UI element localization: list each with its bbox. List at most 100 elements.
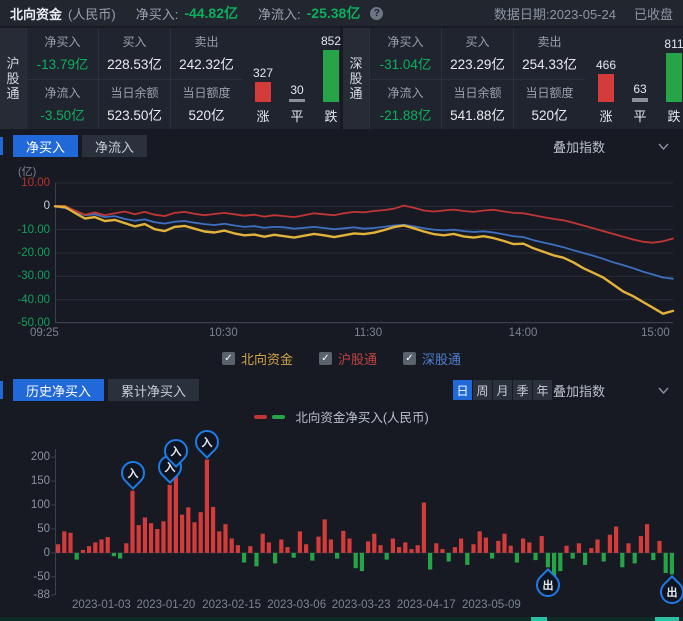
breadth-count: 30	[290, 83, 303, 97]
value-cell: 当日余额 541.88亿	[441, 79, 513, 130]
bar-chart-legend[interactable]: 北向资金净买入(人民币)	[0, 407, 683, 426]
y-tick-label: -88	[4, 589, 50, 601]
tab-净流入[interactable]: 净流入	[82, 135, 147, 157]
checkbox-checked-icon[interactable]: ✓	[319, 352, 332, 365]
northbound-funds-app: 北向资金 (人民币) 净买入: -44.82亿 净流入: -25.38亿 ? 数…	[0, 0, 683, 621]
net-buy-value: -44.82亿	[184, 3, 238, 23]
x-tick-label: 2023-01-03	[72, 599, 131, 611]
x-tick-label: 2023-05-09	[462, 599, 521, 611]
checkbox-checked-icon[interactable]: ✓	[222, 352, 235, 365]
value-cell: 卖出242.32亿	[170, 28, 242, 79]
value-number: -21.88亿	[380, 104, 432, 124]
value-number: 523.50亿	[107, 104, 162, 124]
data-date: 数据日期:2023-05-24	[494, 4, 616, 23]
panel-title: 沪股通	[0, 28, 26, 129]
overlay-index-label-2: 叠加指数	[500, 381, 658, 400]
x-tick-label: 2023-04-17	[397, 599, 456, 611]
breadth-bar	[323, 50, 339, 102]
page-title: 北向资金	[10, 4, 62, 23]
market-panel-深股通: 深股通净买入-31.04亿买入223.29亿卖出254.33亿净流入-21.88…	[343, 28, 683, 129]
legend-label: 深股通	[422, 349, 461, 368]
y-tick-label: 100	[4, 499, 50, 511]
header: 北向资金 (人民币) 净买入: -44.82亿 净流入: -25.38亿 ? 数…	[0, 0, 683, 26]
currency-note: (人民币)	[68, 4, 116, 23]
value-cell: 净买入-13.79亿	[26, 28, 98, 79]
legend-item-深股通[interactable]: ✓ 深股通	[403, 349, 461, 368]
legend-item-沪股通[interactable]: ✓沪股通	[319, 349, 377, 368]
net-inflow-label: 净流入:	[258, 4, 301, 23]
question-mark-icon[interactable]: ?	[370, 7, 383, 20]
period-button-周[interactable]: 周	[473, 380, 492, 400]
breadth-count: 327	[253, 66, 273, 80]
y-tick-label: 200	[4, 451, 50, 463]
breadth-count: 63	[633, 82, 646, 96]
value-number: 520亿	[531, 104, 567, 124]
y-tick-label: 10.00	[4, 177, 50, 189]
value-number: -31.04亿	[380, 53, 432, 73]
breadth-label: 涨	[246, 106, 280, 125]
legend-item-北向资金[interactable]: ✓ 北向资金	[222, 349, 293, 368]
x-tick-label: 10:30	[209, 327, 238, 339]
breadth-label: 跌	[657, 106, 683, 125]
value-cell: 当日额度 520亿	[170, 79, 242, 130]
value-number: 520亿	[188, 104, 224, 124]
y-tick-label: 0	[4, 200, 50, 212]
pin-glyph: 入	[166, 441, 186, 461]
checkbox-checked-icon[interactable]: ✓	[403, 352, 416, 365]
value-label: 净流入	[44, 84, 80, 101]
market-panel-沪股通: 沪股通净买入-13.79亿 买入 228.53亿卖出242.32亿净流入-3.50亿…	[0, 28, 340, 129]
value-cell: 净流入-21.88亿	[369, 79, 441, 130]
value-number: 223.29亿	[450, 53, 505, 73]
y-tick-label: -10.00	[4, 224, 50, 236]
chevron-down-icon	[658, 387, 669, 394]
breadth-label: 涨	[589, 106, 623, 125]
bar-chart-plot[interactable]: 入入入入出出	[55, 450, 675, 595]
red-dash-icon	[254, 415, 267, 419]
pin-glyph: 入	[197, 432, 217, 452]
value-label: 当日余额	[453, 84, 501, 101]
tab-历史净买入[interactable]: 历史净买入	[13, 379, 104, 401]
range-mark	[531, 617, 547, 621]
time-range-strip[interactable]	[0, 617, 683, 621]
breadth-column-涨: 327 涨	[246, 28, 280, 125]
value-label: 净买入	[387, 33, 423, 50]
pin-glyph: 入	[123, 463, 143, 483]
bar-chart-legend-label: 北向资金净买入(人民币)	[295, 407, 428, 426]
value-cell: 净买入 -31.04亿	[369, 28, 441, 79]
breadth-label: 跌	[314, 106, 348, 125]
x-tick-label: 15:00	[641, 327, 670, 339]
y-tick-label: -30.00	[4, 270, 50, 282]
range-mark	[655, 617, 679, 621]
pin-glyph: 出	[662, 582, 682, 602]
x-tick-label: 2023-02-15	[202, 599, 261, 611]
value-label: 买入	[122, 33, 146, 50]
x-tick-label: 09:25	[30, 327, 59, 339]
line-chart-plot[interactable]	[55, 183, 673, 323]
value-label: 卖出	[194, 33, 218, 50]
green-dash-icon	[272, 415, 285, 419]
value-cell: 买入223.29亿	[441, 28, 513, 79]
value-cell: 当日余额523.50亿	[98, 79, 170, 130]
value-label: 当日额度	[182, 84, 230, 101]
section-accent	[0, 381, 3, 399]
breadth-bar	[255, 82, 271, 102]
breadth-label: 平	[280, 106, 314, 125]
breadth-mini-chart: 466涨63平811跌	[585, 28, 683, 129]
period-button-日[interactable]: 日	[453, 380, 472, 400]
x-tick-label: 2023-01-20	[136, 599, 195, 611]
x-tick-label: 14:00	[509, 327, 538, 339]
tab-累计净买入[interactable]: 累计净买入	[108, 379, 199, 401]
breadth-mini-chart: 327涨30平852跌	[242, 28, 340, 129]
overlay-index-dropdown-2[interactable]: 叠加指数	[500, 379, 675, 401]
value-number: 541.88亿	[450, 104, 505, 124]
chevron-down-icon	[658, 143, 669, 150]
net-inflow-value: -25.38亿	[307, 3, 361, 23]
overlay-index-dropdown[interactable]: 叠加指数	[500, 135, 675, 157]
market-panels: 沪股通净买入-13.79亿 买入 228.53亿卖出242.32亿净流入-3.50亿…	[0, 28, 683, 129]
tab-净买入[interactable]: 净买入	[13, 135, 78, 157]
y-tick-label: 50	[4, 523, 50, 535]
history-tab-row: 历史净买入累计净买入 日周月季年 叠加指数	[0, 377, 683, 403]
value-cell: 净流入-3.50亿	[26, 79, 98, 130]
legend-label: 北向资金	[241, 349, 293, 368]
value-number: 228.53亿	[107, 53, 162, 73]
